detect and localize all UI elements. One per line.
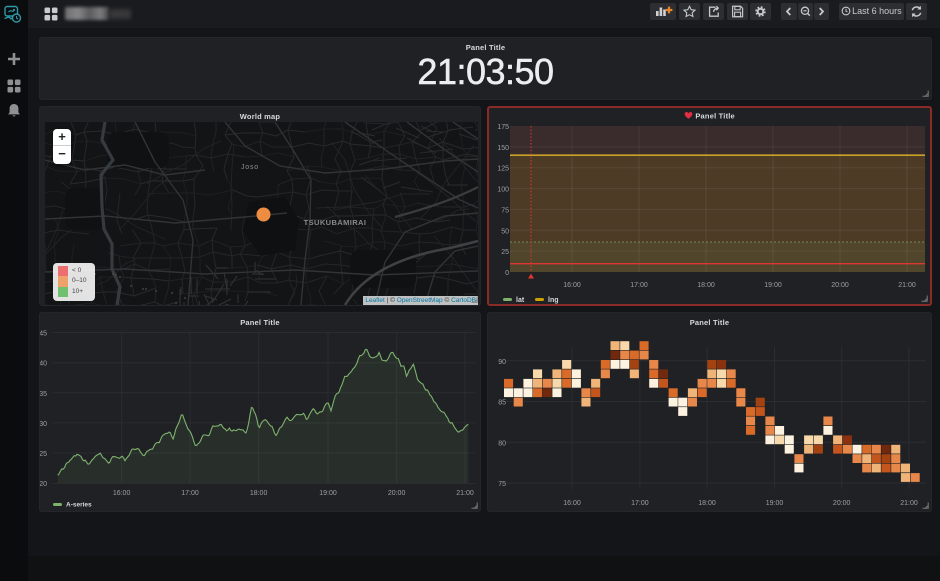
svg-text:TSUKUBAMIRAI: TSUKUBAMIRAI: [304, 218, 367, 227]
svg-text:20: 20: [40, 481, 47, 488]
svg-text:100: 100: [497, 187, 509, 194]
svg-text:75: 75: [498, 481, 506, 488]
svg-text:lng: lng: [548, 297, 559, 304]
svg-text:25: 25: [501, 249, 509, 256]
svg-text:19:00: 19:00: [319, 490, 337, 497]
svg-text:20:00: 20:00: [831, 282, 849, 289]
svg-text:21:00: 21:00: [898, 282, 916, 289]
svg-text:30: 30: [40, 421, 47, 428]
svg-text:80: 80: [498, 440, 506, 447]
svg-text:90: 90: [498, 359, 506, 366]
svg-text:17:00: 17:00: [630, 282, 648, 289]
svg-text:150: 150: [497, 145, 509, 152]
svg-text:16:00: 16:00: [563, 282, 581, 289]
svg-text:18:00: 18:00: [698, 500, 716, 507]
svg-text:16:00: 16:00: [563, 500, 581, 507]
svg-text:25: 25: [40, 451, 47, 458]
svg-text:Joso: Joso: [241, 164, 259, 171]
svg-text:50: 50: [501, 228, 509, 235]
svg-text:21:00: 21:00: [456, 490, 474, 497]
svg-text:18:00: 18:00: [250, 490, 268, 497]
svg-text:45: 45: [40, 331, 47, 338]
svg-text:19:00: 19:00: [764, 282, 782, 289]
svg-text:lat: lat: [516, 297, 525, 304]
svg-text:125: 125: [497, 166, 509, 173]
svg-text:20:00: 20:00: [833, 500, 851, 507]
svg-text:19:00: 19:00: [766, 500, 784, 507]
svg-text:75: 75: [501, 207, 509, 214]
svg-text:17:00: 17:00: [631, 500, 649, 507]
svg-text:21:00: 21:00: [900, 500, 918, 507]
svg-text:175: 175: [497, 124, 509, 131]
svg-text:0: 0: [505, 270, 509, 277]
svg-text:85: 85: [498, 400, 506, 407]
svg-text:20:00: 20:00: [388, 490, 406, 497]
svg-text:16:00: 16:00: [113, 490, 131, 497]
svg-text:17:00: 17:00: [181, 490, 199, 497]
svg-text:18:00: 18:00: [697, 282, 715, 289]
svg-text:35: 35: [40, 391, 47, 398]
svg-text:40: 40: [40, 361, 47, 368]
svg-text:A-series: A-series: [66, 502, 92, 509]
